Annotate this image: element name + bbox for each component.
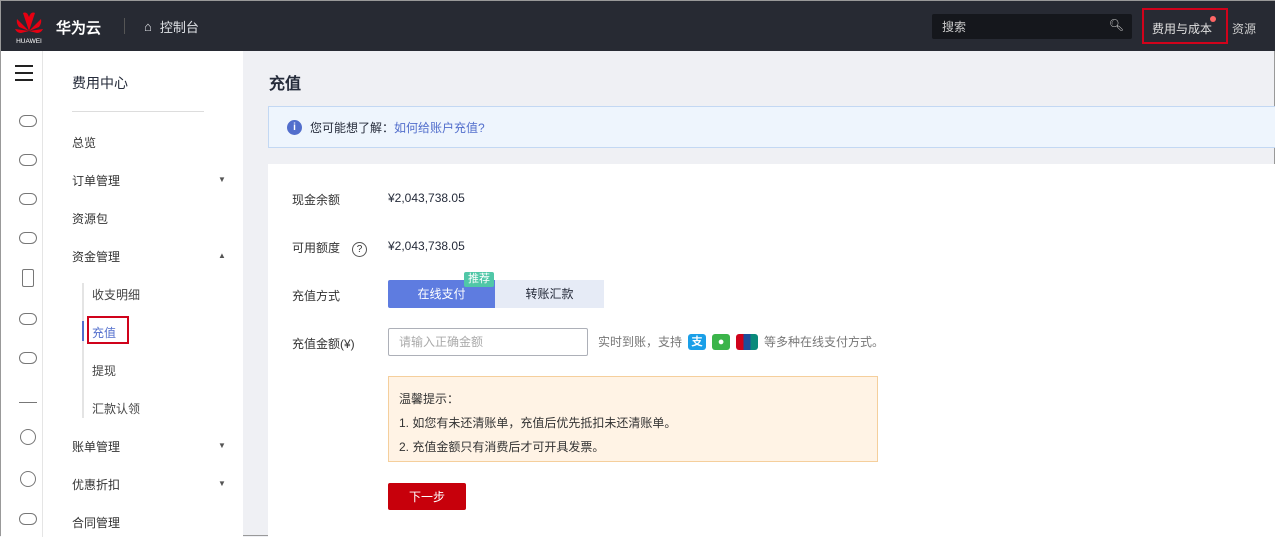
bank-transfer-button[interactable]: 转账汇款 (495, 280, 604, 308)
menu-item-funds[interactable]: 资金管理 ▲ (72, 248, 226, 265)
search-input[interactable]: 搜索 🔍︎ (932, 14, 1132, 39)
brand-name[interactable]: 华为云 (56, 17, 101, 38)
label: 资源包 (72, 212, 109, 226)
info-text: 您可能想了解： (310, 120, 395, 135)
pay-prefix: 实时到账，支持 (598, 335, 683, 349)
resources-menu[interactable]: 资源 (1232, 20, 1256, 37)
svg-text:HUAWEI: HUAWEI (16, 38, 42, 45)
service-rail (1, 51, 43, 537)
cloud-icon[interactable] (19, 513, 37, 525)
fee-cost-menu[interactable]: 费用与成本 (1142, 8, 1228, 44)
menu-item-contracts[interactable]: 合同管理 (72, 514, 120, 531)
menu-item-packages[interactable]: 资源包 (72, 210, 108, 227)
search-placeholder: 搜索 (942, 20, 967, 34)
cloud-icon[interactable] (19, 115, 37, 127)
side-menu: 费用中心 总览 订单管理 ▼ 资源包 资金管理 ▲ 收支明细 充值 提现 汇款认领 … (43, 51, 243, 537)
caret-down-icon: ▼ (218, 441, 226, 450)
tip-item: 2. 充值金额只有消费后才可开具发票。 (399, 440, 605, 454)
amount-label: 充值金额(¥) (292, 337, 355, 351)
console-link[interactable]: ⌂ 控制台 (144, 17, 199, 36)
hamburger-icon[interactable] (15, 65, 33, 86)
menu-item-orders[interactable]: 订单管理 ▼ (72, 172, 226, 189)
huawei-logo[interactable]: HUAWEI (13, 9, 45, 45)
label: 账单管理 (72, 440, 121, 454)
alipay-icon: 支 (688, 333, 707, 350)
label: 总览 (72, 136, 97, 150)
active-indicator (82, 321, 84, 341)
console-label: 控制台 (159, 20, 199, 35)
divider (124, 18, 125, 34)
cloud-upload-icon[interactable] (19, 313, 37, 325)
fee-cost-label: 费用与成本 (1152, 22, 1213, 36)
pay-suffix: 等多种在线支付方式。 (764, 335, 885, 349)
unionpay-icon (736, 333, 759, 350)
cash-balance-value: ¥2,043,738.05 (388, 191, 465, 205)
recharge-form: 现金余额 ¥2,043,738.05 可用额度? ¥2,043,738.05 充… (268, 164, 1275, 537)
page-title: 充值 (269, 76, 302, 93)
cloud-icon[interactable] (19, 232, 37, 244)
help-icon[interactable]: ? (352, 242, 368, 257)
menu-item-overview[interactable]: 总览 (72, 134, 96, 151)
label: 优惠折扣 (72, 478, 121, 492)
cloud-icon[interactable] (19, 154, 37, 166)
wechat-pay-icon: ● (712, 333, 731, 350)
label: 订单管理 (72, 174, 121, 188)
amount-input[interactable] (388, 328, 588, 356)
caret-down-icon: ▼ (218, 479, 226, 488)
recommended-badge: 推荐 (464, 272, 494, 287)
home-icon: ⌂ (144, 19, 152, 34)
top-bar: HUAWEI 华为云 ⌂ 控制台 搜索 🔍︎ 费用与成本 资源 (1, 1, 1275, 51)
caret-up-icon: ▲ (218, 251, 226, 260)
network-icon[interactable] (19, 391, 37, 403)
menu-item-discounts[interactable]: 优惠折扣 ▼ (72, 476, 226, 493)
label: 合同管理 (72, 516, 121, 530)
search-icon[interactable]: 🔍︎ (1109, 18, 1124, 32)
ip-icon[interactable] (20, 429, 36, 445)
menu-item-bills[interactable]: 账单管理 ▼ (72, 438, 226, 455)
label: 资金管理 (72, 250, 121, 264)
info-icon: i (287, 119, 302, 135)
info-banner: i 您可能想了解： 如何给账户充值? (268, 106, 1275, 148)
cluster-icon[interactable] (20, 471, 36, 487)
cloud-icon[interactable] (19, 352, 37, 364)
submenu-transactions[interactable]: 收支明细 (92, 286, 140, 303)
available-credit-label: 可用额度? (292, 239, 368, 257)
cloud-icon[interactable] (19, 193, 37, 205)
notification-dot (1210, 16, 1216, 22)
label: 可用额度 (292, 241, 341, 255)
submenu-withdraw[interactable]: 提现 (92, 362, 116, 379)
divider (72, 111, 204, 112)
menu-title: 费用中心 (72, 75, 128, 91)
next-step-button[interactable]: 下一步 (388, 483, 466, 510)
recharge-help-link[interactable]: 如何给账户充值? (394, 119, 485, 136)
payment-methods: 实时到账，支持 支 ● 等多种在线支付方式。 (598, 333, 884, 350)
tip-title: 温馨提示： (399, 392, 460, 406)
method-label: 充值方式 (292, 289, 341, 303)
tip-item: 1. 如您有未还清账单，充值后优先抵扣未还清账单。 (399, 416, 677, 430)
cash-balance-label: 现金余额 (292, 193, 341, 207)
submenu-recharge[interactable]: 充值 (92, 324, 116, 341)
available-credit-value: ¥2,043,738.05 (388, 239, 465, 253)
submenu-line (82, 283, 84, 418)
caret-down-icon: ▼ (218, 175, 226, 184)
storage-icon[interactable] (22, 269, 34, 287)
submenu-remittance[interactable]: 汇款认领 (92, 400, 140, 417)
tips-box: 温馨提示： 1. 如您有未还清账单，充值后优先抵扣未还清账单。 2. 充值金额只… (388, 376, 878, 462)
